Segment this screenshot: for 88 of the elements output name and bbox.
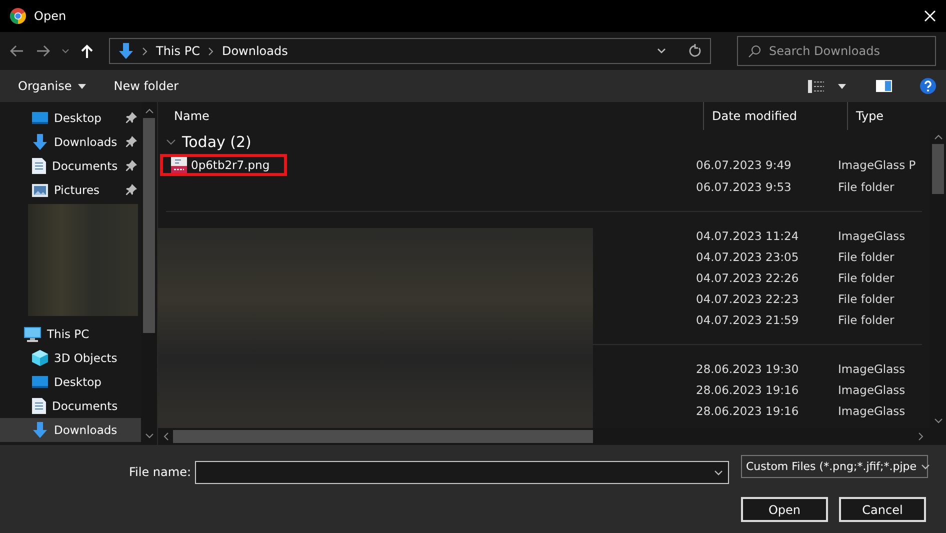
nav-item[interactable]: Documents [0,154,141,178]
caret-icon [78,84,86,88]
type-cell-text: ImageGlass [837,228,906,242]
image-file-icon [171,157,187,173]
date-cell-text: 04.07.2023 11:24 [695,228,800,242]
address-bar[interactable]: This PC Downloads [109,38,711,64]
search-field[interactable]: Search Downloads [737,36,936,66]
type-cell-text: ImageGlass P [837,158,916,172]
scroll-up-icon[interactable] [934,134,942,140]
help-icon[interactable] [920,78,936,94]
document-icon [32,158,46,174]
scroll-down-icon[interactable] [934,418,942,424]
chevron-icon [208,46,214,56]
desktop-icon [32,375,48,389]
date-cell-text: 04.07.2023 22:26 [695,270,800,284]
nav-item[interactable]: Documents [0,394,141,418]
nav-item[interactable]: Desktop [0,370,141,394]
preview-pane-icon[interactable] [876,80,892,92]
type-cell-text: File folder [837,270,894,284]
type-cell-text: ImageGlass [837,404,906,418]
download-arrow-icon [118,43,134,59]
view-options-icon[interactable] [808,80,826,92]
breadcrumb[interactable]: This PC [156,44,200,58]
chevron-down-icon[interactable] [166,138,176,146]
date-cell-text: 28.06.2023 19:16 [695,404,800,418]
date-cell-text: 04.07.2023 23:05 [695,250,800,264]
organise-button[interactable]: Organise [18,79,86,93]
scrollbar-thumb[interactable] [932,144,944,194]
scrollbar-thumb[interactable] [143,118,155,333]
column-header[interactable]: Type [848,102,926,130]
pin-icon[interactable] [126,112,137,123]
scrollbar-thumb[interactable] [173,430,593,443]
date-cell-text: 06.07.2023 9:49 [695,158,792,172]
search-icon [748,44,761,58]
type-cell-text: File folder [837,180,894,194]
column-header[interactable]: Date modified [704,102,848,130]
desktop-icon [32,111,48,125]
nav-item[interactable]: 3D Objects [0,346,141,370]
nav-item[interactable]: This PC [0,322,141,346]
browser-logo-icon [10,8,26,24]
type-cell-text: ImageGlass [837,382,906,396]
refresh-icon[interactable] [688,44,702,58]
download-arrow-icon [32,134,48,150]
cancel-button[interactable]: Cancel [839,497,926,522]
nav-item[interactable]: Downloads [0,418,141,442]
back-arrow-icon[interactable] [10,45,24,57]
window-title: Open [34,9,66,23]
file-name-field[interactable] [195,460,729,484]
nav-item[interactable]: Downloads [0,130,141,154]
nav-item[interactable]: Pictures [0,178,141,202]
open-button[interactable]: Open [741,497,828,522]
type-cell-text: File folder [837,250,894,264]
file-type-dropdown[interactable]: Custom Files (*.png;*.jfif;*.pjpe [741,455,928,478]
date-cell-text: 04.07.2023 22:23 [695,292,800,306]
download-arrow-icon [32,422,48,438]
nav-item[interactable]: Desktop [0,106,141,130]
date-cell-text: 28.06.2023 19:30 [695,362,800,376]
date-cell-text: 06.07.2023 9:53 [695,180,792,194]
close-icon[interactable] [924,10,936,22]
up-arrow-icon[interactable] [81,44,93,58]
column-header[interactable]: Name [158,102,704,130]
type-cell-text: ImageGlass [837,362,906,376]
computer-icon [24,326,41,342]
date-cell-text: 04.07.2023 21:59 [695,312,800,326]
caret-icon[interactable] [838,84,846,88]
chevron-icon [142,46,148,56]
caret-icon[interactable] [714,470,723,476]
type-cell-text: File folder [837,292,894,306]
picture-icon [32,184,48,196]
document-icon [32,398,46,414]
file-name[interactable]: 0p6tb2r7.png [160,154,287,176]
group-header: Today (2) [182,133,252,151]
scroll-down-icon[interactable] [144,433,154,439]
cube-icon [32,350,48,366]
caret-icon [920,464,930,470]
date-cell-text: 28.06.2023 19:16 [695,382,800,396]
scroll-right-icon[interactable] [918,432,924,441]
breadcrumb[interactable]: Downloads [222,44,288,58]
forward-arrow-icon[interactable] [36,45,50,57]
pin-icon[interactable] [126,184,137,195]
file-name-label: File name: [129,465,191,479]
type-cell-text: File folder [837,312,894,326]
pin-icon[interactable] [126,136,137,147]
new-folder-button[interactable]: New folder [114,79,179,93]
scroll-left-icon[interactable] [163,432,169,441]
pin-icon[interactable] [126,160,137,171]
scroll-up-icon[interactable] [144,108,154,114]
caret-icon[interactable] [657,48,666,54]
